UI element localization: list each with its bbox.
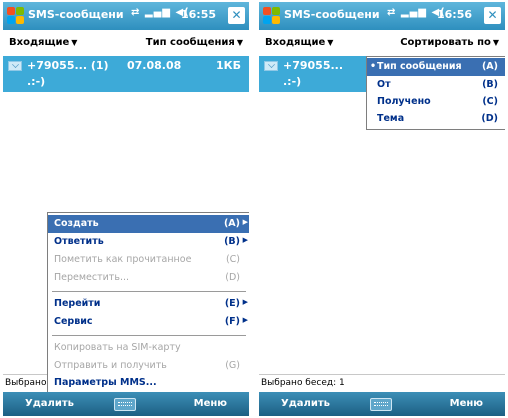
connectivity-icon[interactable]: ⇄ bbox=[131, 7, 140, 18]
menu-separator bbox=[52, 291, 246, 292]
windows-start-icon[interactable] bbox=[6, 6, 26, 26]
keyboard-icon[interactable] bbox=[370, 398, 392, 411]
sort-option-received[interactable]: Получено (C) bbox=[367, 93, 505, 111]
menu-item-goto[interactable]: Перейти (E) ▶ bbox=[48, 295, 249, 313]
sort-menu: • Тип сообщения (A) От (B) Получено (C) Тема… bbox=[366, 56, 505, 130]
softkey-bar: Удалить Меню bbox=[3, 392, 249, 416]
selected-bullet-icon: • bbox=[370, 61, 377, 72]
envelope-icon bbox=[264, 61, 278, 71]
message-preview: .:-) bbox=[27, 75, 46, 88]
message-sender: +79055... (1) bbox=[27, 59, 109, 72]
screen-right: SMS-сообщени ⇄ ▂▄▆ ◀( 16:56 ✕ Входящие ▼ … bbox=[259, 2, 505, 416]
folder-dropdown[interactable]: Входящие ▼ bbox=[265, 37, 333, 48]
sort-dropdown[interactable]: Тип сообщения ▼ bbox=[146, 37, 243, 48]
sort-option-message-type[interactable]: • Тип сообщения (A) bbox=[367, 58, 505, 76]
menu-softkey[interactable]: Меню bbox=[450, 398, 483, 409]
signal-icon[interactable]: ▂▄▆ bbox=[145, 7, 171, 18]
app-title: SMS-сообщени bbox=[284, 8, 380, 21]
menu-item-tools[interactable]: Сервис (F) ▶ bbox=[48, 313, 249, 331]
menu-separator bbox=[52, 335, 246, 336]
status-line: Выбрано бесед: 1 bbox=[259, 374, 505, 393]
message-size: 1КБ bbox=[215, 59, 241, 72]
menu-item-move: Переместить... (D) bbox=[54, 272, 240, 283]
title-bar: SMS-сообщени ⇄ ▂▄▆ ◀( 16:56 ✕ bbox=[259, 2, 505, 30]
chevron-down-icon: ▼ bbox=[492, 38, 499, 47]
message-date: 07.08.08 bbox=[127, 59, 182, 72]
clock[interactable]: 16:56 bbox=[437, 8, 472, 21]
screen-left: SMS-сообщени ⇄ ▂▄▆ ◀( 16:55 ✕ Входящие ▼ … bbox=[3, 2, 249, 416]
delete-softkey[interactable]: Удалить bbox=[25, 398, 74, 409]
windows-start-icon[interactable] bbox=[262, 6, 282, 26]
list-header: Входящие ▼ Сортировать по ▼ bbox=[259, 30, 505, 56]
message-preview: .:-) bbox=[283, 75, 302, 88]
signal-icon[interactable]: ▂▄▆ bbox=[401, 7, 427, 18]
keyboard-icon[interactable] bbox=[114, 398, 136, 411]
menu-item-send-receive: Отправить и получить (G) bbox=[54, 360, 240, 371]
envelope-icon bbox=[8, 61, 22, 71]
softkey-bar: Удалить Меню bbox=[259, 392, 505, 416]
close-icon[interactable]: ✕ bbox=[484, 7, 501, 24]
menu-softkey[interactable]: Меню bbox=[194, 398, 227, 409]
chevron-down-icon: ▼ bbox=[236, 38, 243, 47]
delete-softkey[interactable]: Удалить bbox=[281, 398, 330, 409]
menu-item-copy-to-sim: Копировать на SIM-карту bbox=[54, 342, 181, 353]
folder-dropdown[interactable]: Входящие ▼ bbox=[9, 37, 77, 48]
message-sender: +79055... bbox=[283, 59, 344, 72]
submenu-arrow-icon: ▶ bbox=[242, 316, 248, 324]
menu-item-reply[interactable]: Ответить (B) ▶ bbox=[48, 233, 249, 251]
menu-item-mark-read: Пометить как прочитанное (C) bbox=[54, 254, 240, 265]
submenu-arrow-icon: ▶ bbox=[242, 298, 248, 306]
title-bar: SMS-сообщени ⇄ ▂▄▆ ◀( 16:55 ✕ bbox=[3, 2, 249, 30]
chevron-down-icon: ▼ bbox=[71, 38, 78, 47]
close-icon[interactable]: ✕ bbox=[228, 7, 245, 24]
submenu-arrow-icon: ▶ bbox=[242, 218, 248, 226]
app-title: SMS-сообщени bbox=[28, 8, 124, 21]
menu-item-create[interactable]: Создать (A) ▶ bbox=[48, 215, 249, 233]
chevron-down-icon: ▼ bbox=[327, 38, 334, 47]
submenu-arrow-icon: ▶ bbox=[242, 236, 248, 244]
connectivity-icon[interactable]: ⇄ bbox=[387, 7, 396, 18]
menu-item-mms-settings[interactable]: Параметры MMS... bbox=[48, 374, 249, 392]
context-menu: Создать (A) ▶ Ответить (B) ▶ Пометить как пр… bbox=[47, 212, 249, 394]
clock[interactable]: 16:55 bbox=[181, 8, 216, 21]
list-header: Входящие ▼ Тип сообщения ▼ bbox=[3, 30, 249, 56]
sort-dropdown[interactable]: Сортировать по ▼ bbox=[400, 37, 499, 48]
sort-option-subject[interactable]: Тема (D) bbox=[367, 110, 505, 128]
sort-option-from[interactable]: От (B) bbox=[367, 76, 505, 94]
message-row[interactable]: +79055... (1) 07.08.08 1КБ .:-) bbox=[3, 56, 249, 92]
